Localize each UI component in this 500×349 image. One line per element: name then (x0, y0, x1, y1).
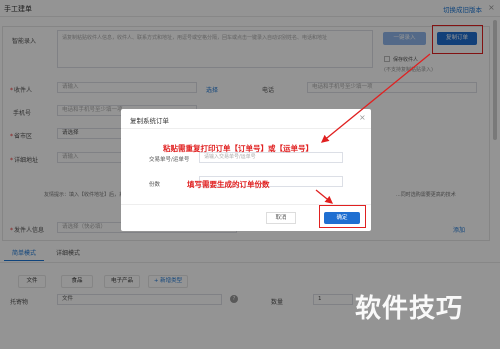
arrow-to-confirm (315, 189, 334, 204)
watermark-text: 软件技巧 (355, 294, 464, 324)
arrow-to-order-field (320, 53, 431, 143)
